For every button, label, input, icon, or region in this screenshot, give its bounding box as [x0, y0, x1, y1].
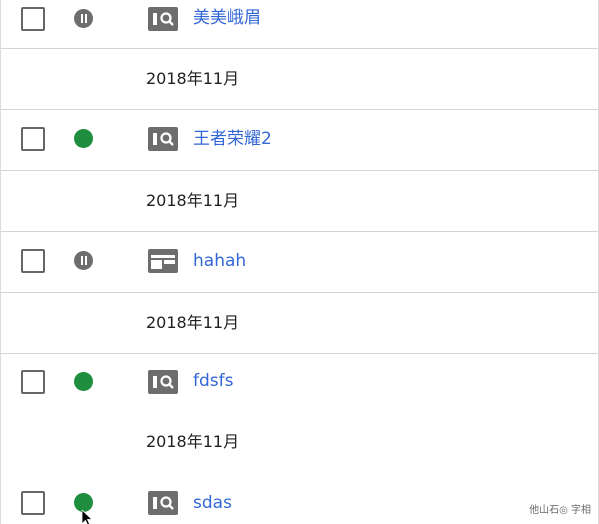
- display-layout-icon: [148, 249, 178, 273]
- list-item[interactable]: hahah: [1, 232, 598, 293]
- item-name-link[interactable]: hahah: [193, 249, 246, 273]
- date-label: 2018年11月: [146, 69, 240, 88]
- row-checkbox[interactable]: [21, 370, 45, 394]
- active-dot-icon: [74, 372, 93, 391]
- date-label: 2018年11月: [146, 313, 240, 332]
- pause-circle-icon: [74, 9, 93, 28]
- search-card-icon: [148, 127, 178, 151]
- date-row: 2018年11月: [1, 49, 598, 110]
- date-row: 2018年11月: [1, 293, 598, 354]
- item-name-link[interactable]: fdsfs: [193, 369, 233, 393]
- campaign-list: 美美峨眉 2018年11月 王者荣耀2 2018年11月 hahah 2018年…: [0, 0, 599, 524]
- item-name-link[interactable]: 王者荣耀2: [193, 127, 272, 151]
- mouse-cursor-icon: [82, 510, 94, 524]
- list-item[interactable]: 美美峨眉: [1, 0, 598, 49]
- row-checkbox[interactable]: [21, 249, 45, 273]
- date-label: 2018年11月: [146, 191, 240, 210]
- active-dot-icon: [74, 129, 93, 148]
- pause-circle-icon: [74, 251, 93, 270]
- item-name-link[interactable]: sdas: [193, 491, 232, 515]
- search-card-icon: [148, 370, 178, 394]
- date-label: 2018年11月: [146, 432, 240, 451]
- search-card-icon: [148, 7, 178, 31]
- row-checkbox[interactable]: [21, 127, 45, 151]
- search-card-icon: [148, 491, 178, 515]
- date-row: 2018年11月: [1, 171, 598, 232]
- list-item[interactable]: 王者荣耀2: [1, 110, 598, 171]
- row-checkbox[interactable]: [21, 7, 45, 31]
- date-row: 2018年11月: [1, 414, 598, 475]
- watermark: 他山石◎ 字相: [529, 505, 591, 516]
- item-name-link[interactable]: 美美峨眉: [193, 6, 261, 30]
- list-item[interactable]: fdsfs: [1, 354, 598, 415]
- row-checkbox[interactable]: [21, 491, 45, 515]
